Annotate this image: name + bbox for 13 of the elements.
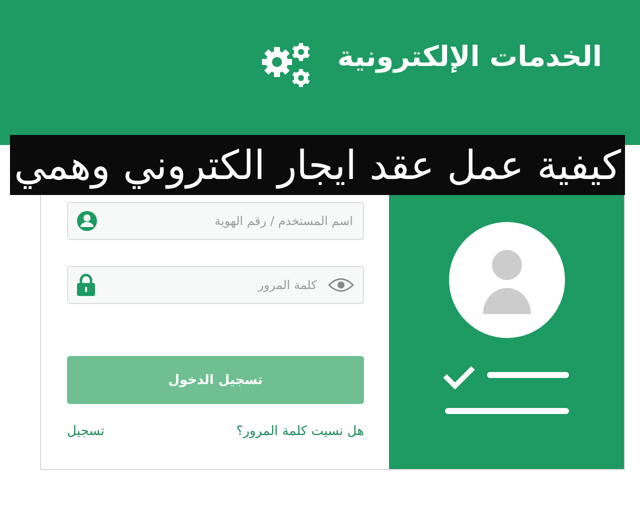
- header-title: الخدمات الإلكترونية: [337, 40, 602, 73]
- user-icon: [76, 210, 98, 232]
- register-link[interactable]: تسجيل: [67, 424, 104, 439]
- banner-title: كيفية عمل عقد ايجار الكتروني وهمي: [10, 135, 625, 195]
- eye-icon[interactable]: [327, 277, 355, 293]
- avatar-icon: [448, 222, 564, 338]
- username-field[interactable]: اسم المستخدم / رقم الهوية: [67, 202, 364, 240]
- forgot-password-link[interactable]: هل نسيت كلمة المرور؟: [236, 424, 364, 439]
- username-field[interactable]: اسم المستخدم / رقم الهوية: [106, 213, 355, 229]
- lock-icon: [76, 273, 96, 297]
- login-button[interactable]: تسجيل الدخول: [67, 356, 364, 404]
- password-field[interactable]: كلمة المرور: [104, 277, 319, 293]
- password-field[interactable]: كلمة المرور: [67, 266, 364, 304]
